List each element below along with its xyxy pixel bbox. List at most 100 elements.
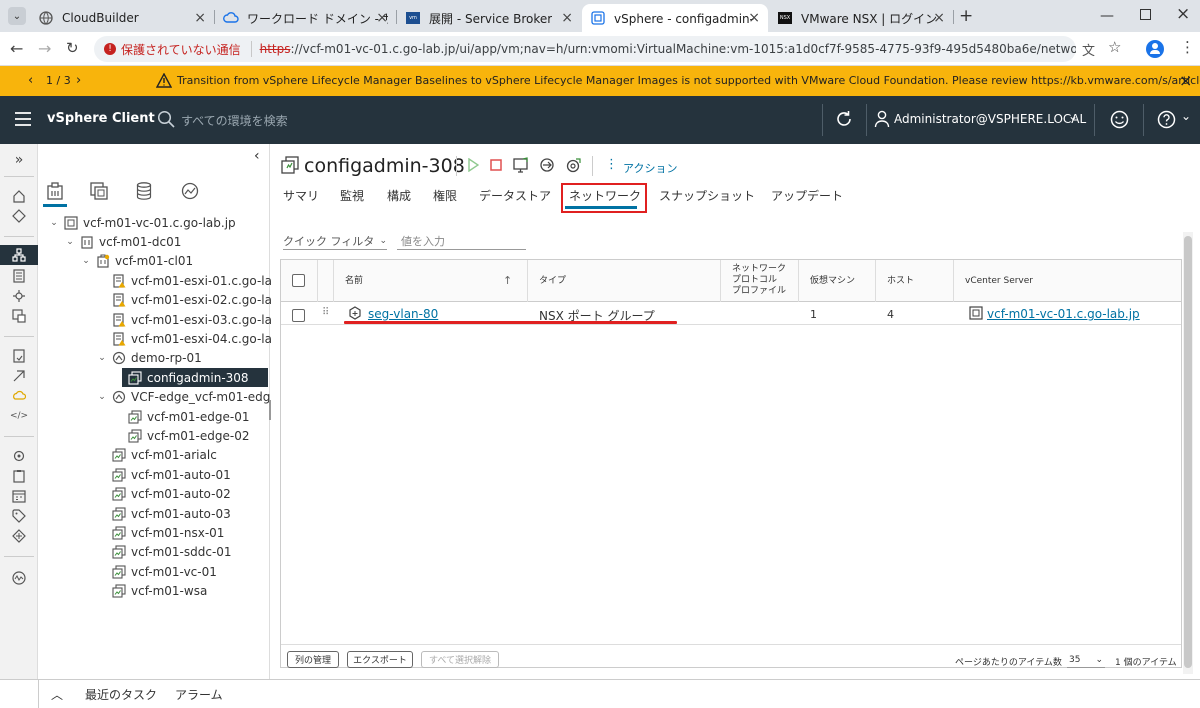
tree-node[interactable]: vcf-m01-auto-03 xyxy=(96,504,231,523)
items-per-page-select[interactable]: 35 ⌄ xyxy=(1067,652,1105,668)
sort-ascending-icon[interactable]: ↑ xyxy=(503,274,512,287)
content-library-icon[interactable] xyxy=(11,268,27,284)
tree-node[interactable]: vcf-m01-nsx-01 xyxy=(96,523,224,542)
vcenter-link[interactable]: vcf-m01-vc-01.c.go-lab.jp xyxy=(987,307,1140,321)
tree-node[interactable]: vcf-m01-esxi-02.c.go-lab.jp xyxy=(96,291,294,310)
tab-monitor[interactable]: 監視 xyxy=(340,187,364,204)
hosts-clusters-tab-icon[interactable] xyxy=(46,182,64,200)
actions-menu[interactable]: アクション xyxy=(623,160,677,176)
translate-icon[interactable]: 文 xyxy=(1082,40,1095,59)
select-all-checkbox[interactable] xyxy=(292,274,305,287)
global-inventory-icon[interactable] xyxy=(11,308,27,324)
column-header-protocol-profile[interactable]: ネットワーク プロトコル プロファイル xyxy=(732,264,786,297)
chevron-down-icon[interactable]: ⌄ xyxy=(80,256,92,266)
tree-node[interactable]: ⌄ vcf-m01-vc-01.c.go-lab.jp xyxy=(48,213,235,232)
omnibox[interactable]: ! 保護されていない通信 https ://vcf-m01-vc-01.c.go… xyxy=(94,36,1076,62)
tree-node[interactable]: vcf-m01-wsa xyxy=(96,582,207,601)
power-on-icon[interactable] xyxy=(467,158,479,172)
lifecycle-manager-icon[interactable] xyxy=(11,528,27,544)
chevron-down-icon[interactable]: ⌄ xyxy=(96,392,108,402)
refresh-icon[interactable] xyxy=(834,109,854,129)
global-search-input[interactable]: すべての環境を検索 xyxy=(181,112,288,129)
column-header-type[interactable]: タイプ xyxy=(539,276,566,287)
tree-node[interactable]: vcf-m01-auto-01 xyxy=(96,465,231,484)
network-name-link[interactable]: seg-vlan-80 xyxy=(368,307,438,321)
browser-menu-icon[interactable]: ⋮ xyxy=(1180,38,1195,56)
bookmark-star-icon[interactable]: ☆ xyxy=(1108,38,1121,56)
forward-arrow-icon[interactable]: → xyxy=(38,39,51,58)
tasks-icon[interactable] xyxy=(11,468,27,484)
tree-node[interactable]: vcf-m01-edge-01 xyxy=(112,407,250,426)
recent-tasks-tab[interactable]: 最近のタスク xyxy=(85,686,157,703)
collapse-panel-icon[interactable]: ‹ xyxy=(254,148,260,164)
tree-node[interactable]: vcf-m01-esxi-03.c.go-lab.jp xyxy=(96,310,294,329)
back-arrow-icon[interactable]: ← xyxy=(10,39,23,58)
tree-node[interactable]: vcf-m01-vc-01 xyxy=(96,562,217,581)
console-icon[interactable] xyxy=(513,157,529,173)
app-name[interactable]: vSphere Client xyxy=(47,111,155,126)
tree-node[interactable]: ⌄ vcf-m01-cl01 xyxy=(80,252,193,271)
storage-tab-icon[interactable] xyxy=(136,182,152,200)
close-icon[interactable]: × xyxy=(748,11,760,25)
close-icon[interactable]: × xyxy=(376,11,388,25)
export-button[interactable]: エクスポート xyxy=(347,651,413,668)
auto-deploy-icon[interactable] xyxy=(11,368,27,384)
tree-node[interactable]: ⌄ VCF-edge_vcf-m01-edge... xyxy=(96,388,289,407)
chevron-down-icon[interactable]: ⌄ xyxy=(1181,109,1191,123)
security-warning[interactable]: ! 保護されていない通信 xyxy=(104,41,241,58)
actions-menu-icon[interactable]: ⋮ xyxy=(605,157,618,172)
workload-management-icon[interactable] xyxy=(11,288,27,304)
cloud-provider-icon[interactable] xyxy=(11,388,27,404)
tab-snapshots[interactable]: スナップショット xyxy=(659,187,755,204)
tab-search-icon[interactable]: ⌄ xyxy=(8,7,26,25)
administration-icon[interactable] xyxy=(11,448,27,464)
browser-tab-nsx-login[interactable]: NSX VMware NSX | ログイン × xyxy=(769,4,953,32)
banner-close-icon[interactable]: × xyxy=(1179,71,1192,90)
close-icon[interactable]: × xyxy=(933,11,945,25)
quick-filter-dropdown[interactable]: クイック フィルタ ⌄ xyxy=(283,232,387,250)
chevron-down-icon[interactable]: ⌄ xyxy=(64,237,76,247)
close-icon[interactable]: × xyxy=(561,11,573,25)
profile-avatar[interactable] xyxy=(1146,40,1164,58)
help-icon[interactable] xyxy=(1157,110,1176,129)
vms-templates-tab-icon[interactable] xyxy=(90,182,108,200)
manage-columns-button[interactable]: 列の管理 xyxy=(287,651,339,668)
row-checkbox[interactable] xyxy=(292,309,305,322)
tree-node[interactable]: vcf-m01-edge-02 xyxy=(112,426,250,445)
migrate-icon[interactable] xyxy=(539,157,555,173)
banner-next-icon[interactable]: › xyxy=(76,73,81,88)
snapshot-icon[interactable] xyxy=(565,157,581,173)
policies-icon[interactable] xyxy=(11,348,27,364)
chevron-up-icon[interactable]: ︿ xyxy=(51,686,63,703)
tree-node[interactable]: vcf-m01-sddc-01 xyxy=(96,543,232,562)
power-off-icon[interactable] xyxy=(490,159,502,171)
filter-value-input[interactable]: 値を入力 xyxy=(397,232,526,250)
tab-summary[interactable]: サマリ xyxy=(283,187,319,204)
banner-prev-icon[interactable]: ‹ xyxy=(28,73,33,88)
deselect-all-button[interactable]: すべて選択解除 xyxy=(421,651,499,668)
hamburger-menu-icon[interactable] xyxy=(14,111,32,127)
page-scrollbar-thumb[interactable] xyxy=(1184,236,1192,668)
tab-datastores[interactable]: データストア xyxy=(479,187,551,204)
networking-tab-icon[interactable] xyxy=(181,182,199,200)
browser-tab-workload-domain[interactable]: ワークロード ドメイン - サマリ × xyxy=(215,4,396,32)
tree-node[interactable]: ⌄ vcf-m01-dc01 xyxy=(64,232,181,251)
reload-icon[interactable]: ↻ xyxy=(66,39,79,57)
inventory-icon[interactable] xyxy=(11,247,27,263)
tab-updates[interactable]: アップデート xyxy=(771,187,843,204)
tree-node[interactable]: vcf-m01-auto-02 xyxy=(96,485,231,504)
tab-permissions[interactable]: 権限 xyxy=(433,187,457,204)
window-close-button[interactable]: × xyxy=(1176,4,1190,24)
maximize-button[interactable] xyxy=(1140,9,1151,20)
chevron-down-icon[interactable]: ⌄ xyxy=(96,353,108,363)
skyline-health-icon[interactable] xyxy=(11,570,27,586)
chevron-down-icon[interactable]: ⌄ xyxy=(1068,109,1078,123)
new-tab-button[interactable]: + xyxy=(959,6,973,26)
user-menu[interactable]: Administrator@VSPHERE.LOCAL xyxy=(894,112,1086,126)
column-header-hosts[interactable]: ホスト xyxy=(887,276,914,287)
browser-tab-cloudbuilder[interactable]: CloudBuilder × xyxy=(30,4,214,32)
column-header-name[interactable]: 名前 xyxy=(345,276,363,287)
alarms-tab[interactable]: アラーム xyxy=(175,686,223,703)
column-header-vms[interactable]: 仮想マシン xyxy=(810,276,855,287)
drag-handle-icon[interactable]: ⠿ xyxy=(322,307,329,318)
